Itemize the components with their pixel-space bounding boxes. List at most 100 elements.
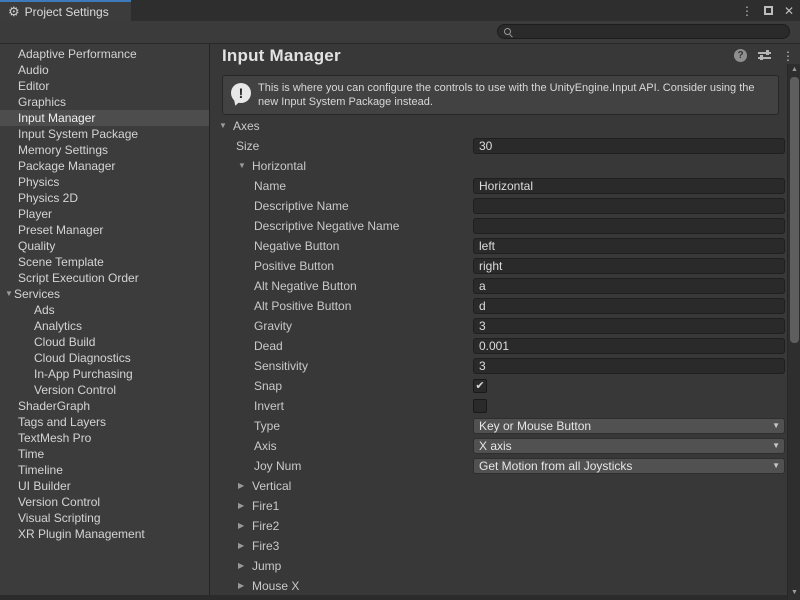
foldout-label[interactable]: Fire3 bbox=[252, 536, 279, 556]
project-settings-window: ⚙ Project Settings ⋮ ✕ Adaptive Performa… bbox=[0, 0, 800, 600]
maximize-icon[interactable] bbox=[764, 6, 773, 15]
sidebar-item-editor[interactable]: Editor bbox=[0, 78, 209, 94]
sidebar-item-adaptive-performance[interactable]: Adaptive Performance bbox=[0, 46, 209, 62]
sidebar-item-audio[interactable]: Audio bbox=[0, 62, 209, 78]
text-field-dead[interactable]: 0.001 bbox=[473, 338, 785, 354]
foldout-closed-icon[interactable]: ▶ bbox=[238, 536, 244, 556]
sidebar-item-label: Version Control bbox=[18, 494, 100, 510]
scroll-down-icon[interactable]: ▼ bbox=[788, 589, 800, 596]
property-row-alt-positive-button: Alt Positive Buttond bbox=[211, 296, 800, 316]
info-icon: ! bbox=[231, 83, 251, 103]
tab-project-settings[interactable]: ⚙ Project Settings bbox=[0, 0, 131, 21]
property-row-invert: Invert bbox=[211, 396, 800, 416]
sidebar-item-services[interactable]: ▼Services bbox=[0, 286, 209, 302]
close-icon[interactable]: ✕ bbox=[784, 5, 794, 17]
text-field-sensitivity[interactable]: 3 bbox=[473, 358, 785, 374]
sidebar-item-label: Analytics bbox=[34, 318, 82, 334]
vertical-scrollbar[interactable]: ▲ ▼ bbox=[787, 64, 800, 600]
foldout-closed-icon[interactable]: ▶ bbox=[238, 496, 244, 516]
sidebar-item-cloud-diagnostics[interactable]: Cloud Diagnostics bbox=[0, 350, 209, 366]
sidebar-item-label: Audio bbox=[18, 62, 49, 78]
sidebar-item-tags-and-layers[interactable]: Tags and Layers bbox=[0, 414, 209, 430]
dropdown-axis[interactable]: X axis▼ bbox=[473, 438, 785, 454]
sidebar-item-physics[interactable]: Physics bbox=[0, 174, 209, 190]
sidebar-item-timeline[interactable]: Timeline bbox=[0, 462, 209, 478]
sidebar-item-version-control[interactable]: Version Control bbox=[0, 494, 209, 510]
sidebar-item-preset-manager[interactable]: Preset Manager bbox=[0, 222, 209, 238]
sidebar-item-package-manager[interactable]: Package Manager bbox=[0, 158, 209, 174]
sidebar-item-input-manager[interactable]: Input Manager bbox=[0, 110, 209, 126]
sidebar-item-shadergraph[interactable]: ShaderGraph bbox=[0, 398, 209, 414]
checkbox-snap[interactable]: ✔ bbox=[473, 379, 487, 393]
foldout-label[interactable]: Fire2 bbox=[252, 516, 279, 536]
dropdown-joy-num[interactable]: Get Motion from all Joysticks▼ bbox=[473, 458, 785, 474]
sidebar-item-script-execution-order[interactable]: Script Execution Order bbox=[0, 270, 209, 286]
help-icon[interactable]: ? bbox=[734, 49, 747, 62]
text-field-gravity[interactable]: 3 bbox=[473, 318, 785, 334]
text-field-size[interactable]: 30 bbox=[473, 138, 785, 154]
text-field-alt-negative-button[interactable]: a bbox=[473, 278, 785, 294]
sidebar-item-ads[interactable]: Ads bbox=[0, 302, 209, 318]
sidebar-item-time[interactable]: Time bbox=[0, 446, 209, 462]
scroll-up-icon[interactable]: ▲ bbox=[788, 66, 800, 73]
foldout-closed-icon[interactable]: ▶ bbox=[238, 516, 244, 536]
foldout-closed-icon[interactable]: ▶ bbox=[238, 556, 244, 576]
checkbox-invert[interactable] bbox=[473, 399, 487, 413]
sidebar-item-input-system-package[interactable]: Input System Package bbox=[0, 126, 209, 142]
property-row-descriptive-negative-name: Descriptive Negative Name bbox=[211, 216, 800, 236]
text-field-positive-button[interactable]: right bbox=[473, 258, 785, 274]
sidebar-item-in-app-purchasing[interactable]: In-App Purchasing bbox=[0, 366, 209, 382]
property-label: Alt Negative Button bbox=[254, 276, 357, 296]
text-field-alt-positive-button[interactable]: d bbox=[473, 298, 785, 314]
sidebar-item-visual-scripting[interactable]: Visual Scripting bbox=[0, 510, 209, 526]
search-input[interactable] bbox=[516, 26, 783, 38]
sidebar-item-label: Input Manager bbox=[18, 110, 95, 126]
sidebar-item-label: Time bbox=[18, 446, 44, 462]
sidebar-item-label: Script Execution Order bbox=[18, 270, 139, 286]
foldout-open-icon[interactable]: ▼ bbox=[238, 156, 246, 176]
sidebar-item-textmesh-pro[interactable]: TextMesh Pro bbox=[0, 430, 209, 446]
sidebar-item-player[interactable]: Player bbox=[0, 206, 209, 222]
presets-icon[interactable] bbox=[758, 50, 771, 61]
settings-nav: Adaptive PerformanceAudioEditorGraphicsI… bbox=[0, 44, 210, 595]
sidebar-item-graphics[interactable]: Graphics bbox=[0, 94, 209, 110]
foldout-label[interactable]: Jump bbox=[252, 556, 281, 576]
text-field-negative-button[interactable]: left bbox=[473, 238, 785, 254]
sidebar-item-label: TextMesh Pro bbox=[18, 430, 91, 446]
foldout-label[interactable]: Axes bbox=[233, 116, 260, 136]
foldout-closed-icon[interactable]: ▶ bbox=[238, 476, 244, 496]
scrollbar-thumb[interactable] bbox=[790, 77, 799, 343]
sidebar-item-cloud-build[interactable]: Cloud Build bbox=[0, 334, 209, 350]
property-row-alt-negative-button: Alt Negative Button a bbox=[211, 276, 800, 296]
more-options-icon[interactable]: ⋮ bbox=[782, 50, 794, 62]
kebab-icon[interactable]: ⋮ bbox=[741, 5, 753, 17]
sidebar-item-version-control[interactable]: Version Control bbox=[0, 382, 209, 398]
sidebar-item-xr-plugin-management[interactable]: XR Plugin Management bbox=[0, 526, 209, 542]
tab-strip: ⚙ Project Settings ⋮ ✕ bbox=[0, 0, 800, 21]
foldout-label[interactable]: Fire1 bbox=[252, 496, 279, 516]
property-row-mouse-x: ▶ Mouse X bbox=[211, 576, 800, 596]
sidebar-item-quality[interactable]: Quality bbox=[0, 238, 209, 254]
window-controls: ⋮ ✕ bbox=[741, 0, 794, 21]
foldout-label[interactable]: Mouse X bbox=[252, 576, 299, 596]
sidebar-item-label: Ads bbox=[34, 302, 55, 318]
text-field-descriptive-name[interactable] bbox=[473, 198, 785, 214]
property-row-positive-button: Positive Buttonright bbox=[211, 256, 800, 276]
property-row-name: NameHorizontal bbox=[211, 176, 800, 196]
sidebar-item-memory-settings[interactable]: Memory Settings bbox=[0, 142, 209, 158]
foldout-closed-icon[interactable]: ▶ bbox=[238, 576, 244, 596]
foldout-label[interactable]: Vertical bbox=[252, 476, 291, 496]
chevron-down-icon[interactable]: ▼ bbox=[4, 286, 14, 302]
sidebar-item-physics-2d[interactable]: Physics 2D bbox=[0, 190, 209, 206]
dropdown-type[interactable]: Key or Mouse Button▼ bbox=[473, 418, 785, 434]
gear-icon: ⚙ bbox=[8, 5, 20, 18]
search-box[interactable] bbox=[497, 24, 790, 39]
foldout-label[interactable]: Horizontal bbox=[252, 156, 306, 176]
text-field-descriptive-negative-name[interactable] bbox=[473, 218, 785, 234]
foldout-open-icon[interactable]: ▼ bbox=[219, 116, 227, 136]
sidebar-item-ui-builder[interactable]: UI Builder bbox=[0, 478, 209, 494]
sidebar-item-scene-template[interactable]: Scene Template bbox=[0, 254, 209, 270]
text-field-name[interactable]: Horizontal bbox=[473, 178, 785, 194]
property-row-axis: AxisX axis▼ bbox=[211, 436, 800, 456]
sidebar-item-analytics[interactable]: Analytics bbox=[0, 318, 209, 334]
